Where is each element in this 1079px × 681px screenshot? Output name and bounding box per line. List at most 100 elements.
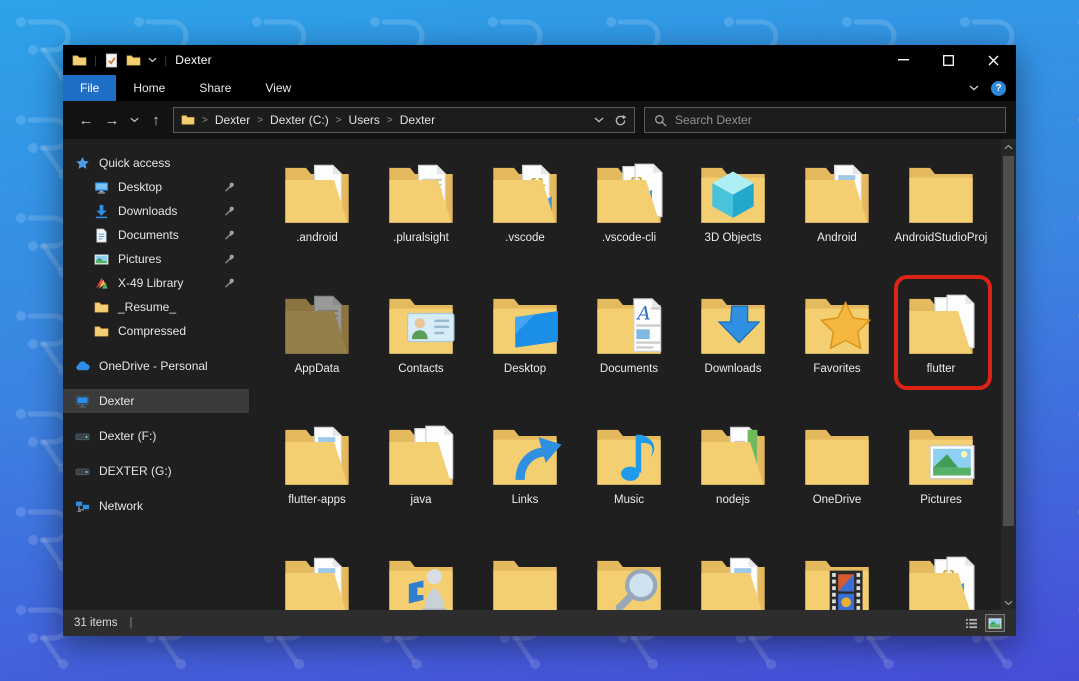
scrollbar-track[interactable]	[1001, 154, 1016, 595]
sidebar-item-dexter[interactable]: Dexter	[63, 389, 249, 413]
sidebar-item-quick-access[interactable]: Quick access	[63, 151, 249, 175]
expand-ribbon-chevron-icon[interactable]	[969, 85, 979, 91]
folder-games-icon	[382, 545, 460, 610]
ribbon-right-controls: ?	[969, 75, 1016, 101]
minimize-button[interactable]	[881, 45, 926, 75]
sidebar-item-desktop[interactable]: Desktop	[63, 175, 249, 199]
folder-vscode-cli-icon: {}	[590, 152, 668, 230]
tab-file[interactable]: File	[63, 75, 116, 101]
folder-white-docs-icon	[902, 283, 980, 361]
breadcrumb-segment[interactable]: Dexter (C:)	[270, 113, 329, 127]
maximize-button[interactable]	[926, 45, 971, 75]
search-input[interactable]	[675, 113, 996, 127]
breadcrumb-chevron: >	[334, 115, 344, 126]
search-box[interactable]	[644, 107, 1006, 133]
file-item-unlabeled-26[interactable]	[785, 542, 889, 610]
folder-music-icon	[590, 414, 668, 492]
file-item-flutter-apps[interactable]: flutter-apps	[265, 411, 369, 542]
new-folder-icon[interactable]	[126, 53, 141, 68]
file-item-label: .vscode	[505, 231, 545, 246]
sidebar-item-compressed[interactable]: Compressed	[63, 319, 249, 343]
address-dropdown-chevron-icon[interactable]	[594, 117, 604, 123]
tab-view[interactable]: View	[248, 75, 308, 101]
onedrive-cloud-icon	[75, 359, 90, 374]
file-item-downloads[interactable]: Downloads	[681, 280, 785, 411]
customize-toolbar-chevron-icon[interactable]	[148, 57, 157, 63]
sidebar-item-pictures[interactable]: Pictures	[63, 247, 249, 271]
file-item-onedrive[interactable]: OneDrive	[785, 411, 889, 542]
file-item-label: nodejs	[716, 493, 750, 508]
toolbar-separator: |	[94, 53, 97, 67]
up-button[interactable]: ↑	[143, 107, 169, 133]
sidebar-item-network[interactable]: Network	[63, 494, 249, 518]
breadcrumb-segment[interactable]: Dexter	[400, 113, 435, 127]
file-item-pluralsight[interactable]: .pluralsight	[369, 149, 473, 280]
file-item-android[interactable]: .android	[265, 149, 369, 280]
folder-blue-docs-icon	[694, 545, 772, 610]
file-item-documents[interactable]: ADocuments	[577, 280, 681, 411]
window-title: Dexter	[175, 53, 212, 67]
file-item-vscode-cli[interactable]: {}.vscode-cli	[577, 149, 681, 280]
file-item-unlabeled-23[interactable]	[473, 542, 577, 610]
sidebar-item-dexter-f[interactable]: Dexter (F:)	[63, 424, 249, 448]
folder-picture-icon	[902, 414, 980, 492]
refresh-icon[interactable]	[614, 114, 627, 127]
file-item-unlabeled-22[interactable]	[369, 542, 473, 610]
recent-locations-chevron-icon[interactable]	[125, 107, 143, 133]
file-item-unlabeled-27[interactable]: {}	[889, 542, 993, 610]
file-item-label: OneDrive	[813, 493, 862, 508]
back-button[interactable]: ←	[73, 107, 99, 133]
status-separator: |	[129, 617, 132, 629]
drive-icon	[75, 429, 90, 444]
quick-access-toolbar: | |	[63, 53, 167, 68]
file-item-contacts[interactable]: Contacts	[369, 280, 473, 411]
file-item-3d-objects[interactable]: 3D Objects	[681, 149, 785, 280]
file-item-appdata[interactable]: AppData	[265, 280, 369, 411]
breadcrumb-chevron: >	[255, 115, 265, 126]
tab-share[interactable]: Share	[182, 75, 248, 101]
forward-button[interactable]: →	[99, 107, 125, 133]
quick-access-star-icon	[75, 156, 90, 171]
sidebar-item-x-49-library[interactable]: X-49 Library	[63, 271, 249, 295]
scroll-up-icon[interactable]	[1004, 139, 1013, 154]
file-item-unlabeled-25[interactable]	[681, 542, 785, 610]
file-item-favorites[interactable]: Favorites	[785, 280, 889, 411]
breadcrumb-segment[interactable]: Users	[349, 113, 380, 127]
tab-home[interactable]: Home	[116, 75, 182, 101]
sidebar-item-documents[interactable]: Documents	[63, 223, 249, 247]
file-item-desktop[interactable]: Desktop	[473, 280, 577, 411]
file-item-android[interactable]: Android	[785, 149, 889, 280]
sidebar-item-label: Pictures	[118, 252, 161, 266]
file-item-java[interactable]: java	[369, 411, 473, 542]
scroll-down-icon[interactable]	[1004, 595, 1013, 610]
address-bar[interactable]: > Dexter > Dexter (C:) > Users > Dexter	[173, 107, 635, 133]
properties-check-icon[interactable]	[104, 53, 119, 68]
file-item-unlabeled-24[interactable]	[577, 542, 681, 610]
window-controls	[881, 45, 1016, 75]
address-folder-icon	[181, 113, 195, 127]
file-item-pictures[interactable]: Pictures	[889, 411, 993, 542]
file-item-music[interactable]: Music	[577, 411, 681, 542]
file-item-label: 3D Objects	[705, 231, 762, 246]
sidebar-item-downloads[interactable]: Downloads	[63, 199, 249, 223]
sidebar-item-dexter-g[interactable]: DEXTER (G:)	[63, 459, 249, 483]
file-item-unlabeled-21[interactable]	[265, 542, 369, 610]
large-icons-view-button[interactable]	[985, 614, 1005, 632]
file-item-vscode[interactable]: {}.vscode	[473, 149, 577, 280]
file-item-nodejs[interactable]: nodejs	[681, 411, 785, 542]
file-item-flutter[interactable]: flutter	[889, 280, 993, 411]
folder-contact-icon	[382, 283, 460, 361]
file-item-links[interactable]: Links	[473, 411, 577, 542]
file-item-label: Pictures	[920, 493, 962, 508]
help-icon[interactable]: ?	[991, 81, 1006, 96]
folder-search-icon	[590, 545, 668, 610]
breadcrumb-segment[interactable]: Dexter	[215, 113, 250, 127]
close-button[interactable]	[971, 45, 1016, 75]
details-view-button[interactable]	[961, 614, 981, 632]
pictures-icon	[94, 252, 109, 267]
scrollbar-thumb[interactable]	[1003, 156, 1014, 526]
file-item-androidstudioproj[interactable]: AndroidStudioProj	[889, 149, 993, 280]
vertical-scrollbar[interactable]	[1001, 139, 1016, 610]
sidebar-item-resume[interactable]: _Resume_	[63, 295, 249, 319]
sidebar-item-onedrive-personal[interactable]: OneDrive - Personal	[63, 354, 249, 378]
